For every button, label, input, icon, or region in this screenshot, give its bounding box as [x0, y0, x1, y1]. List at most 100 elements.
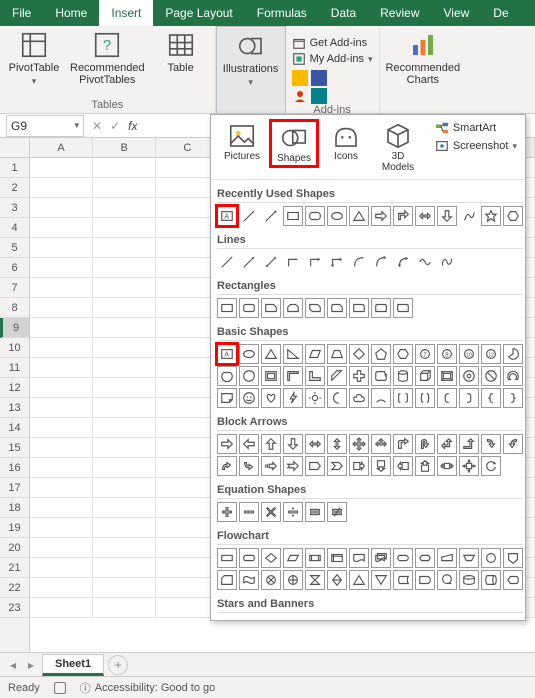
- cell-A22[interactable]: [30, 578, 93, 598]
- shape-offpage[interactable]: [503, 548, 523, 568]
- shape-minus[interactable]: [239, 502, 259, 522]
- people-icon[interactable]: [292, 88, 308, 104]
- shape-curved-down[interactable]: [239, 456, 259, 476]
- shape-curved-right[interactable]: [481, 434, 501, 454]
- shape-oval[interactable]: [239, 344, 259, 364]
- shape-elbow-connector[interactable]: [283, 252, 303, 272]
- row-header-8[interactable]: 8: [0, 298, 29, 318]
- row-header-6[interactable]: 6: [0, 258, 29, 278]
- shape-right-callout[interactable]: [349, 456, 369, 476]
- shape-left-right-up[interactable]: [371, 434, 391, 454]
- 3d-models-button[interactable]: 3D Models: [375, 121, 421, 173]
- shape-diamond[interactable]: [349, 344, 369, 364]
- shape-multidoc[interactable]: [371, 548, 391, 568]
- row-header-18[interactable]: 18: [0, 498, 29, 518]
- row-header-14[interactable]: 14: [0, 418, 29, 438]
- recommended-pivot-button[interactable]: ? Recommended PivotTables: [70, 30, 145, 86]
- cell-A19[interactable]: [30, 518, 93, 538]
- cell-A7[interactable]: [30, 278, 93, 298]
- shape-curved-arrow-connector[interactable]: [371, 252, 391, 272]
- shape-snip-same[interactable]: [283, 298, 303, 318]
- cell-B16[interactable]: [93, 458, 156, 478]
- shape-elbow-arrow[interactable]: [393, 206, 413, 226]
- cell-B19[interactable]: [93, 518, 156, 538]
- shape-text-box[interactable]: A: [217, 344, 237, 364]
- shape-heart[interactable]: [261, 388, 281, 408]
- shape-sun[interactable]: [305, 388, 325, 408]
- shape-delay[interactable]: [415, 570, 435, 590]
- shapes-gallery[interactable]: Recently Used Shapes A Lines: [211, 180, 525, 620]
- shape-heptagon[interactable]: 7: [415, 344, 435, 364]
- chevron-down-icon[interactable]: ▾: [74, 120, 79, 131]
- shape-left-right[interactable]: [305, 434, 325, 454]
- cell-B17[interactable]: [93, 478, 156, 498]
- tab-data[interactable]: Data: [319, 0, 368, 26]
- shape-seq-access[interactable]: [437, 570, 457, 590]
- screenshot-button[interactable]: Screenshot ▾: [435, 139, 517, 153]
- cell-A2[interactable]: [30, 178, 93, 198]
- shape-rounded-rectangle[interactable]: [305, 206, 325, 226]
- shape-data[interactable]: [283, 548, 303, 568]
- sheet-nav-prev[interactable]: ◂: [6, 658, 20, 672]
- cell-A8[interactable]: [30, 298, 93, 318]
- pivottable-button[interactable]: PivotTable: [6, 30, 62, 87]
- name-box[interactable]: G9 ▾: [6, 115, 84, 137]
- shape-moon[interactable]: [327, 388, 347, 408]
- row-header-21[interactable]: 21: [0, 558, 29, 578]
- shape-line-double-arrow[interactable]: [261, 252, 281, 272]
- cell-A15[interactable]: [30, 438, 93, 458]
- cell-B4[interactable]: [93, 218, 156, 238]
- row-header-5[interactable]: 5: [0, 238, 29, 258]
- shape-display[interactable]: [503, 570, 523, 590]
- shape-curved-connector[interactable]: [349, 252, 369, 272]
- illustrations-button[interactable]: Illustrations: [223, 31, 279, 88]
- shape-up-callout[interactable]: [415, 456, 435, 476]
- shape-snip-single[interactable]: [261, 298, 281, 318]
- cell-A12[interactable]: [30, 378, 93, 398]
- shape-summing[interactable]: [261, 570, 281, 590]
- cell-A1[interactable]: [30, 158, 93, 178]
- shape-bent-up[interactable]: [459, 434, 479, 454]
- col-header-B[interactable]: B: [93, 138, 156, 157]
- shape-internal[interactable]: [327, 548, 347, 568]
- shape-no-symbol[interactable]: [481, 366, 501, 386]
- shape-curved-double-arrow[interactable]: [393, 252, 413, 272]
- cell-B1[interactable]: [93, 158, 156, 178]
- shape-frame[interactable]: [261, 366, 281, 386]
- shape-right-triangle[interactable]: [283, 344, 303, 364]
- shape-extract[interactable]: [349, 570, 369, 590]
- row-header-3[interactable]: 3: [0, 198, 29, 218]
- row-header-15[interactable]: 15: [0, 438, 29, 458]
- wiki-icon[interactable]: [311, 88, 327, 104]
- cell-B14[interactable]: [93, 418, 156, 438]
- shape-scribble[interactable]: [437, 252, 457, 272]
- shape-pie[interactable]: [503, 344, 523, 364]
- shape-octagon[interactable]: 8: [437, 344, 457, 364]
- shape-manual-input[interactable]: [437, 548, 457, 568]
- row-header-13[interactable]: 13: [0, 398, 29, 418]
- row-header-22[interactable]: 22: [0, 578, 29, 598]
- shape-left-right-arrow[interactable]: [415, 206, 435, 226]
- row-header-9[interactable]: 9: [0, 318, 29, 338]
- shape-oval[interactable]: [327, 206, 347, 226]
- shape-left-bracket[interactable]: [437, 388, 457, 408]
- row-header-20[interactable]: 20: [0, 538, 29, 558]
- shape-line[interactable]: [239, 206, 259, 226]
- shape-rect[interactable]: [217, 298, 237, 318]
- tab-page-layout[interactable]: Page Layout: [153, 0, 244, 26]
- cell-A23[interactable]: [30, 598, 93, 618]
- shape-can[interactable]: [393, 366, 413, 386]
- shape-right-bracket[interactable]: [459, 388, 479, 408]
- shape-up-down[interactable]: [327, 434, 347, 454]
- row-header-17[interactable]: 17: [0, 478, 29, 498]
- shape-round-single[interactable]: [349, 298, 369, 318]
- cell-A11[interactable]: [30, 358, 93, 378]
- icons-button[interactable]: Icons: [323, 121, 369, 162]
- sheet-nav-next[interactable]: ▸: [24, 658, 38, 672]
- shape-curved-left[interactable]: [503, 434, 523, 454]
- shape-freeform[interactable]: [459, 206, 479, 226]
- shape-smile[interactable]: [239, 388, 259, 408]
- shape-bent[interactable]: [393, 434, 413, 454]
- shape-hexagon[interactable]: [503, 206, 523, 226]
- cell-A6[interactable]: [30, 258, 93, 278]
